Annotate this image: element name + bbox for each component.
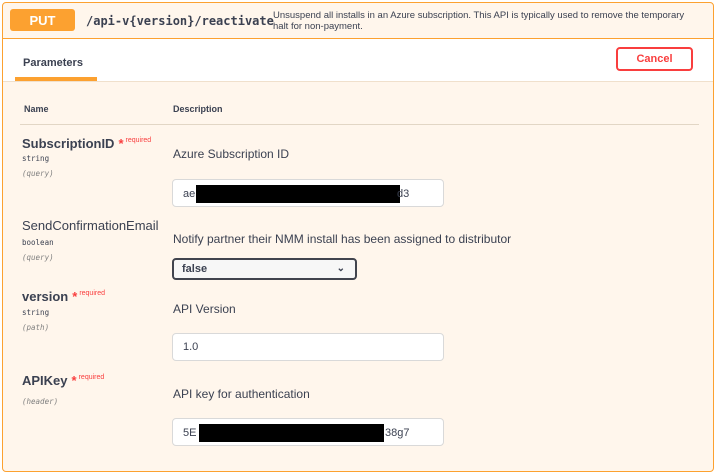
param-name-subscriptionid: SubscriptionID * required [22,136,151,151]
param-name-sendconfirmationemail: SendConfirmationEmail [22,218,159,233]
sendconfirmationemail-select[interactable]: false ⌄ [172,258,357,280]
subscriptionid-input[interactable]: ae d3 [172,179,444,207]
description-column-header: Description [173,104,223,114]
param-name-text: version [22,289,69,304]
operation-description: Unsuspend all installs in an Azure subsc… [273,10,685,32]
required-asterisk: * [71,373,77,388]
param-type: string [22,154,50,163]
tab-parameters[interactable]: Parameters [23,57,83,69]
param-name-version: version * required [22,289,105,304]
input-value-suffix: 38g7 [385,427,410,439]
input-value-prefix: 5E [183,427,197,439]
param-type: boolean [22,238,54,247]
param-location: (path) [22,323,50,332]
endpoint-path: /api-v{version}/reactivate [86,14,274,28]
header-divider [20,124,699,125]
http-method-badge: PUT [10,9,75,31]
param-type: string [22,308,50,317]
chevron-down-icon: ⌄ [336,263,345,274]
required-asterisk: * [72,289,78,304]
param-name-apikey: APIKey * required [22,373,104,388]
required-label: required [79,290,105,297]
input-value-prefix: ae [183,188,196,200]
param-description: Azure Subscription ID [173,147,290,161]
cancel-button[interactable]: Cancel [616,47,693,71]
param-description: API Version [173,302,236,316]
redaction-bar [199,424,384,442]
parameters-header: Parameters Cancel [3,39,713,82]
param-location: (query) [22,169,54,178]
param-description: Notify partner their NMM install has bee… [173,232,512,246]
apikey-input[interactable]: 5E 38g7 [172,418,444,446]
name-column-header: Name [24,104,49,114]
redaction-bar [196,185,400,203]
param-location: (header) [22,397,59,406]
operation-summary[interactable]: PUT /api-v{version}/reactivate Unsuspend… [3,3,713,39]
param-description: API key for authentication [173,387,310,401]
required-label: required [125,137,152,144]
tab-active-indicator [15,77,97,81]
param-location: (query) [22,253,54,262]
select-value: false [182,263,208,275]
param-name-text: APIKey [22,373,68,388]
required-asterisk: * [118,136,124,151]
required-label: required [78,374,105,381]
version-input[interactable]: 1.0 [172,333,444,361]
param-name-text: SubscriptionID [22,136,115,151]
input-value-suffix: d3 [397,188,410,200]
